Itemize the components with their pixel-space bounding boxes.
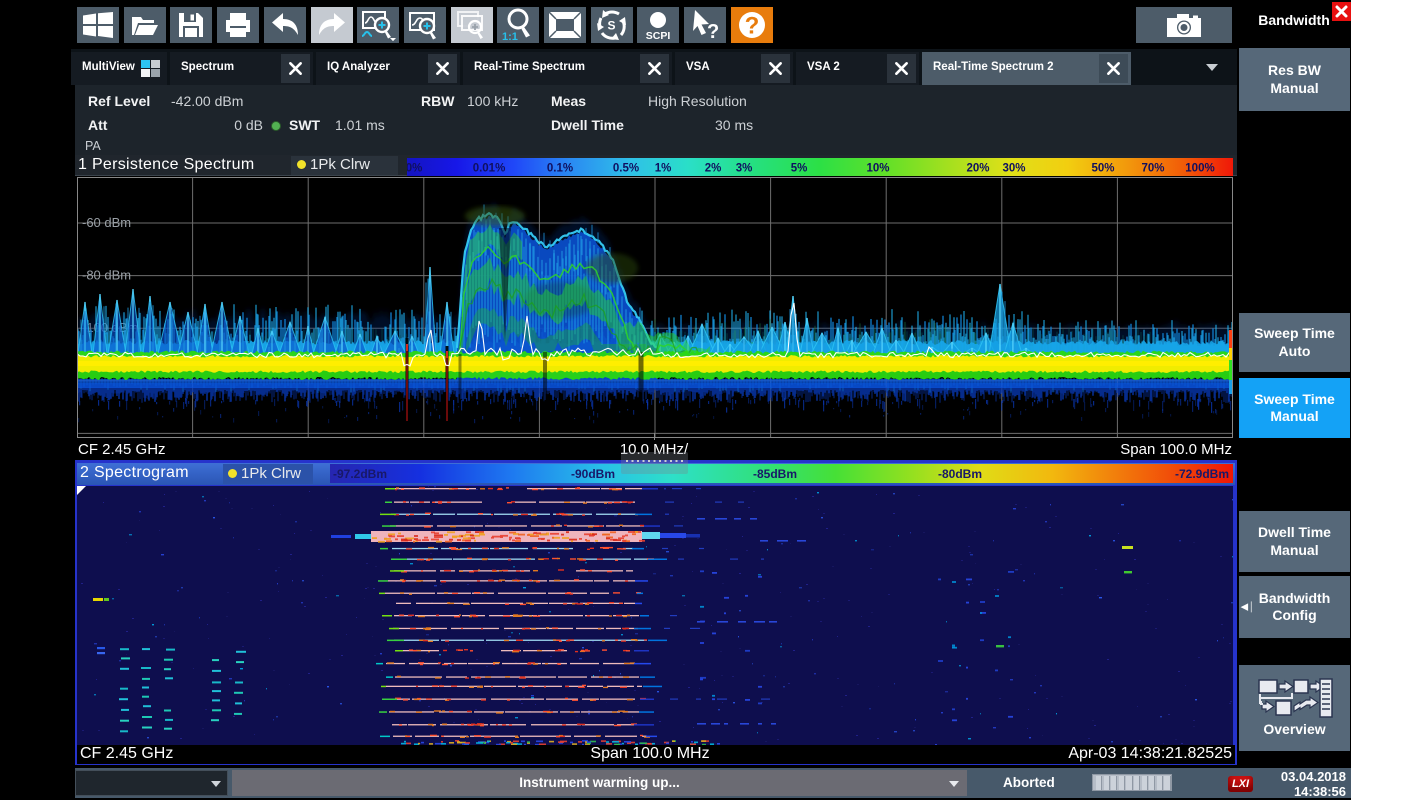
svg-text:-60 dBm: -60 dBm (82, 215, 131, 230)
svg-text:S: S (608, 19, 616, 33)
svg-text:100%: 100% (1185, 163, 1214, 175)
svg-text:-72.9dBm: -72.9dBm (1175, 467, 1229, 481)
svg-text:3%: 3% (736, 163, 753, 175)
svg-text:30%: 30% (1002, 163, 1025, 175)
svg-text:70%: 70% (1141, 163, 1164, 175)
svg-text:0.1%: 0.1% (547, 163, 573, 175)
svg-text:-80dBm: -80dBm (938, 467, 982, 481)
svg-text:-85dBm: -85dBm (753, 467, 797, 481)
svg-text:0.5%: 0.5% (613, 163, 639, 175)
svg-text:?: ? (707, 21, 719, 41)
svg-text:-90dBm: -90dBm (571, 467, 615, 481)
svg-text:?: ? (745, 13, 760, 40)
svg-text:SCPI: SCPI (646, 30, 671, 41)
svg-text:0%: 0% (407, 163, 422, 175)
svg-text:0.01%: 0.01% (473, 163, 506, 175)
svg-text:2%: 2% (705, 163, 722, 175)
svg-text:5%: 5% (791, 163, 808, 175)
svg-text:1:1: 1:1 (502, 31, 518, 42)
svg-text:20%: 20% (966, 163, 989, 175)
svg-text:10%: 10% (866, 163, 889, 175)
svg-text:1%: 1% (655, 163, 672, 175)
svg-text:-80 dBm: -80 dBm (82, 268, 131, 283)
svg-text:-97.2dBm: -97.2dBm (333, 467, 387, 481)
svg-text:50%: 50% (1091, 163, 1114, 175)
